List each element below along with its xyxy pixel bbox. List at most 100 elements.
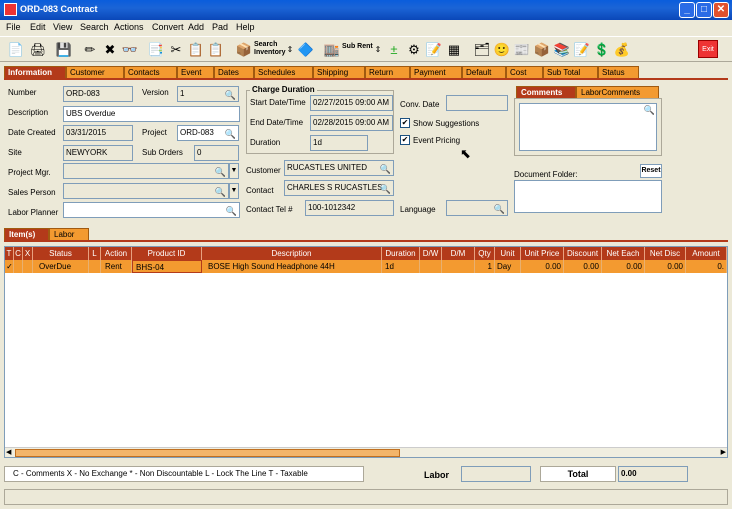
menu-actions[interactable]: Actions [114,22,144,32]
menu-view[interactable]: View [53,22,72,32]
table-row[interactable]: ✓ OverDue Rent BHS-04 BOSE High Sound He… [5,260,727,273]
menu-search[interactable]: Search [80,22,109,32]
start-field[interactable]: 02/27/2015 09:00 AM [310,95,393,111]
col-discount[interactable]: Discount [564,247,602,260]
row-l-checkbox[interactable] [89,260,101,273]
sub-orders-field[interactable]: 0 [194,145,239,161]
search-icon[interactable]: 🔍 [494,202,505,215]
col-dm[interactable]: D/M [442,247,475,260]
search-inventory-button[interactable]: Search Inventory [254,41,286,57]
project-mgr-field[interactable]: 🔍 [63,163,229,179]
scroll-thumb[interactable] [15,449,400,457]
paste-icon[interactable]: 📋 [206,40,226,60]
conv-date-field[interactable] [446,95,508,111]
col-net-each[interactable]: Net Each [602,247,645,260]
scroll-left-icon[interactable]: ◀ [6,448,11,456]
contact-tel-field[interactable]: 100-1012342 [305,200,394,216]
scissors-icon[interactable]: ✂ [166,40,186,60]
col-l[interactable]: L [89,247,101,260]
col-qty[interactable]: Qty [475,247,495,260]
shapes-icon[interactable]: 🔷 [296,40,316,60]
row-product-id[interactable]: BHS-04 [132,260,202,273]
site-field[interactable]: NEWYORK [63,145,133,161]
cut-doc-icon[interactable]: 📑 [146,40,166,60]
col-c[interactable]: C [14,247,23,260]
calculator-icon[interactable]: ▦ [444,40,464,60]
project-mgr-dropdown-icon[interactable]: ▼ [229,163,239,179]
hierarchy-icon[interactable]: 🗂 [472,40,492,60]
menu-help[interactable]: Help [236,22,255,32]
exit-button[interactable]: Exit [698,40,718,58]
sales-person-field[interactable]: 🔍 [63,183,229,199]
close-button[interactable]: ✕ [713,2,729,18]
copy-icon[interactable]: 📋 [186,40,206,60]
search-icon[interactable]: 🔍 [380,162,391,175]
col-amount[interactable]: Amount [686,247,727,260]
document-folder-box[interactable] [514,180,662,213]
reset-button[interactable]: Reset [640,164,662,178]
col-description[interactable]: Description [202,247,382,260]
menu-file[interactable]: File [6,22,21,32]
col-duration[interactable]: Duration [382,247,420,260]
col-dw[interactable]: D/W [420,247,442,260]
note-edit-icon[interactable]: 📝 [424,40,444,60]
show-suggestions-checkbox[interactable]: ✔ [400,118,410,128]
new-icon[interactable]: 📄 [6,40,26,60]
sub-rent-button[interactable]: Sub Rent [342,43,373,50]
sales-person-dropdown-icon[interactable]: ▼ [229,183,239,199]
date-created-field[interactable]: 03/31/2015 [63,125,133,141]
search-icon[interactable]: 🔍 [215,165,226,178]
labor-planner-field[interactable]: 🔍 [63,202,240,218]
search-icon[interactable]: 🔍 [225,127,236,140]
sub-rent-dropdown-icon[interactable]: ⇕ [374,40,382,60]
col-action[interactable]: Action [101,247,132,260]
minimize-button[interactable]: _ [679,2,695,18]
coins-icon[interactable]: 💰 [612,40,632,60]
duration-field[interactable]: 1d [310,135,368,151]
search-inventory-icon[interactable]: 📦 [234,40,254,60]
menu-convert[interactable]: Convert [152,22,184,32]
number-field[interactable]: ORD-083 [63,86,133,102]
search-icon[interactable]: 🔍 [226,204,237,217]
binoculars-icon[interactable]: 👓 [120,40,140,60]
print-icon[interactable]: 🖨 [28,40,48,60]
description-field[interactable]: UBS Overdue [63,106,240,122]
sub-rent-icon[interactable]: 🏬 [322,40,342,60]
menu-edit[interactable]: Edit [30,22,46,32]
horizontal-scrollbar[interactable]: ◀ ▶ [5,447,727,457]
menu-pad[interactable]: Pad [212,22,228,32]
language-field[interactable]: 🔍 [446,200,508,216]
search-icon[interactable]: 🔍 [225,88,236,101]
search-icon[interactable]: 🔍 [380,182,391,195]
version-field[interactable]: 1 🔍 [177,86,239,102]
books-icon[interactable]: 📚 [552,40,572,60]
col-x[interactable]: X [23,247,33,260]
col-t[interactable]: T [5,247,14,260]
col-unit-price[interactable]: Unit Price [521,247,564,260]
row-t-checkbox[interactable]: ✓ [6,260,14,273]
edit-icon[interactable]: ✏ [80,40,100,60]
reels-icon[interactable]: ⚙ [404,40,424,60]
document-search-icon[interactable]: 📰 [512,40,532,60]
search-icon[interactable]: 🔍 [644,105,655,116]
smiley-icon[interactable]: 🙂 [492,40,512,60]
col-unit[interactable]: Unit [495,247,521,260]
maximize-button[interactable]: □ [696,2,712,18]
search-icon[interactable]: 🔍 [215,185,226,198]
scroll-right-icon[interactable]: ▶ [721,448,726,456]
event-pricing-checkbox[interactable]: ✔ [400,135,410,145]
row-x-checkbox[interactable] [23,260,33,273]
row-c-checkbox[interactable] [14,260,23,273]
col-status[interactable]: Status [33,247,89,260]
project-field[interactable]: ORD-083 🔍 [177,125,239,141]
add-line-icon[interactable]: ± [384,40,404,60]
delete-icon[interactable]: ✖ [100,40,120,60]
comments-textarea[interactable]: 🔍 [519,103,657,151]
search-inventory-dropdown-icon[interactable]: ⇕ [286,40,294,60]
dollar-icon[interactable]: 💲 [592,40,612,60]
save-icon[interactable]: 💾 [54,40,74,60]
col-net-disc[interactable]: Net Disc [645,247,686,260]
boxes-icon[interactable]: 📦 [532,40,552,60]
menu-add[interactable]: Add [188,22,204,32]
contact-field[interactable]: CHARLES S RUCASTLES 🔍 [284,180,394,196]
